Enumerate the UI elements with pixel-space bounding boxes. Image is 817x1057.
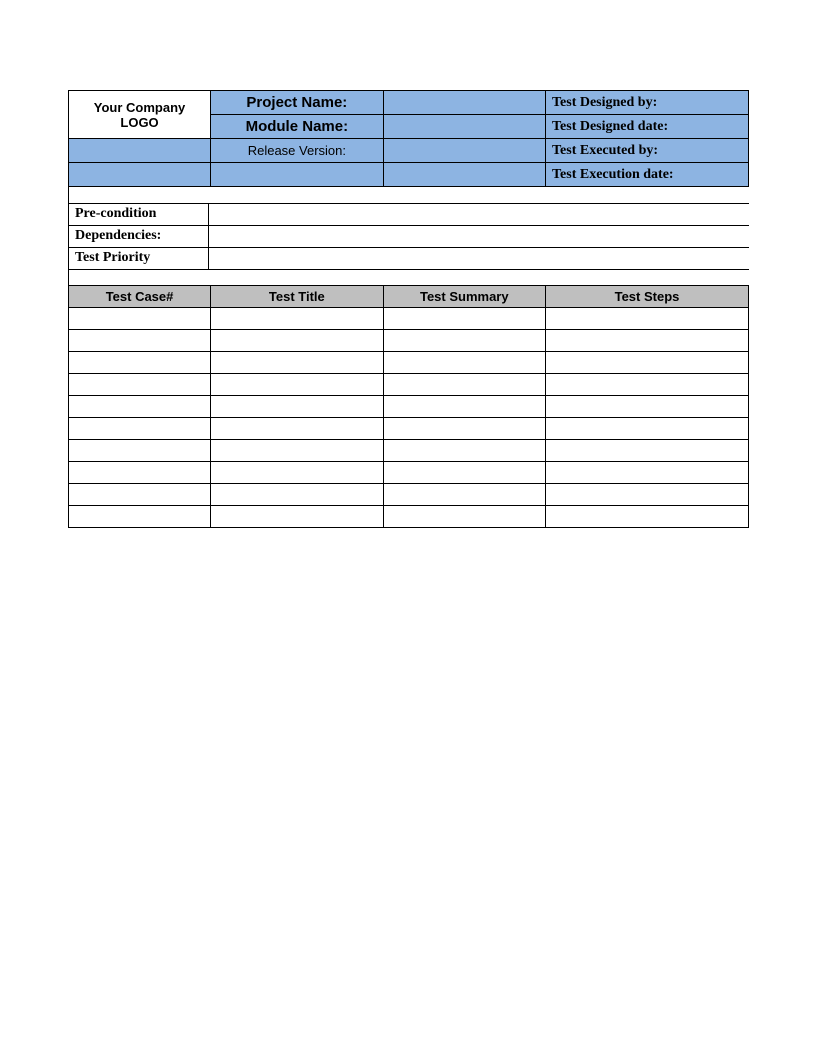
table-cell <box>545 308 748 330</box>
table-cell <box>211 330 384 352</box>
col-header-test-summary: Test Summary <box>383 286 545 308</box>
table-row <box>69 418 749 440</box>
table-cell <box>69 484 211 506</box>
table-cell <box>545 352 748 374</box>
table-cell <box>69 440 211 462</box>
table-cell <box>69 374 211 396</box>
table-cell <box>69 418 211 440</box>
table-row <box>69 330 749 352</box>
test-priority-label: Test Priority <box>69 247 209 269</box>
table-cell <box>69 352 211 374</box>
table-cell <box>211 506 384 528</box>
table-cell <box>69 506 211 528</box>
table-cell <box>545 374 748 396</box>
meta-spacer-right <box>209 187 750 203</box>
table-cell <box>545 396 748 418</box>
table-cell <box>69 308 211 330</box>
table-cell <box>69 396 211 418</box>
table-cell <box>211 308 384 330</box>
table-cell <box>383 308 545 330</box>
grid-header-row: Test Case# Test Title Test Summary Test … <box>69 286 749 308</box>
release-version-label: Release Version: <box>211 139 384 163</box>
col-header-test-steps: Test Steps <box>545 286 748 308</box>
table-row <box>69 462 749 484</box>
table-cell <box>383 418 545 440</box>
table-cell <box>383 462 545 484</box>
blank-left-cell-1 <box>69 139 211 163</box>
table-cell <box>211 440 384 462</box>
table-cell <box>545 418 748 440</box>
meta-spacer-left <box>69 187 209 203</box>
table-cell <box>545 330 748 352</box>
table-cell <box>211 462 384 484</box>
table-row <box>69 484 749 506</box>
table-row <box>69 506 749 528</box>
dependencies-label: Dependencies: <box>69 225 209 247</box>
test-plan-header-table: Your Company LOGO Project Name: Test Des… <box>68 90 749 187</box>
col-header-test-case: Test Case# <box>69 286 211 308</box>
table-cell <box>383 506 545 528</box>
test-execution-date-label: Test Execution date: <box>545 163 748 187</box>
test-executed-by-label: Test Executed by: <box>545 139 748 163</box>
table-cell <box>383 352 545 374</box>
table-cell <box>545 484 748 506</box>
module-name-value <box>383 115 545 139</box>
col-header-test-title: Test Title <box>211 286 384 308</box>
table-cell <box>69 330 211 352</box>
table-cell <box>383 484 545 506</box>
table-cell <box>69 462 211 484</box>
table-cell <box>211 418 384 440</box>
table-cell <box>211 396 384 418</box>
blank-left-cell-2 <box>69 163 211 187</box>
meta-table: Pre-condition Dependencies: Test Priorit… <box>68 187 749 285</box>
company-logo-cell: Your Company LOGO <box>69 91 211 139</box>
table-cell <box>545 506 748 528</box>
table-cell <box>211 352 384 374</box>
table-row <box>69 440 749 462</box>
table-row <box>69 374 749 396</box>
table-row <box>69 396 749 418</box>
table-row <box>69 352 749 374</box>
table-cell <box>383 396 545 418</box>
table-cell <box>545 462 748 484</box>
test-designed-date-label: Test Designed date: <box>545 115 748 139</box>
meta-spacer-bottom-left <box>69 269 209 285</box>
pre-condition-label: Pre-condition <box>69 203 209 225</box>
table-cell <box>383 440 545 462</box>
pre-condition-value <box>209 203 750 225</box>
test-designed-by-label: Test Designed by: <box>545 91 748 115</box>
table-row <box>69 308 749 330</box>
project-name-label: Project Name: <box>211 91 384 115</box>
module-name-label: Module Name: <box>211 115 384 139</box>
table-cell <box>383 330 545 352</box>
test-priority-value <box>209 247 750 269</box>
meta-spacer-bottom-right <box>209 269 750 285</box>
blank-mid-cell-1 <box>211 163 384 187</box>
table-cell <box>211 374 384 396</box>
dependencies-value <box>209 225 750 247</box>
table-cell <box>545 440 748 462</box>
project-name-value <box>383 91 545 115</box>
blank-mid-cell-2 <box>383 163 545 187</box>
release-version-value <box>383 139 545 163</box>
test-case-grid: Test Case# Test Title Test Summary Test … <box>68 285 749 528</box>
table-cell <box>211 484 384 506</box>
table-cell <box>383 374 545 396</box>
